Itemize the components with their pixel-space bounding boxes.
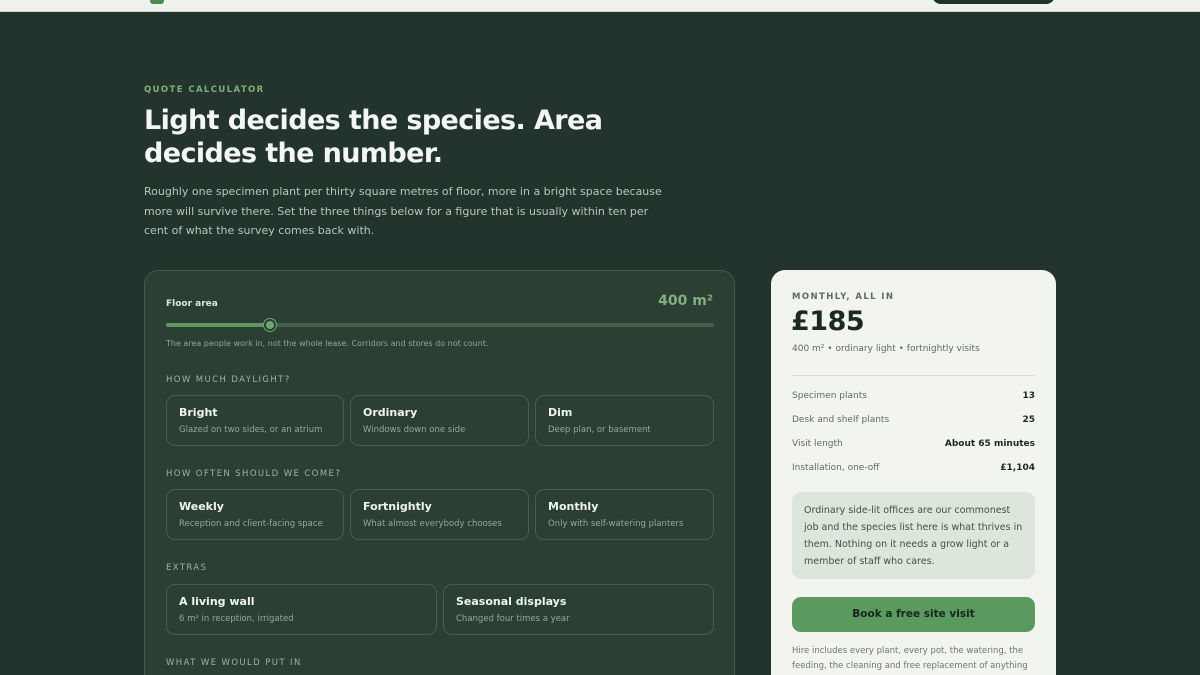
option-title: Fortnightly [363,500,432,513]
option-title: Weekly [179,500,224,513]
option-title: A living wall [179,595,255,608]
page-headline: Light decides the species. Area decides … [144,105,603,169]
slider-fill [166,323,271,327]
book-site-visit-button[interactable]: Book a free site visit [792,597,1035,632]
quote-calculator-panel: Floor area 400 m² The area people work i… [144,270,735,675]
extras-option-living-wall[interactable]: A living wall 6 m² in reception, irrigat… [166,584,437,635]
daylight-label: HOW MUCH DAYLIGHT? [166,375,291,385]
daylight-option-ordinary[interactable]: Ordinary Windows down one side [350,395,529,446]
top-navigation-bar [0,0,1200,12]
option-title: Monthly [548,500,599,513]
summary-eyebrow: MONTHLY, ALL IN [792,292,895,302]
option-description: Changed four times a year [456,614,570,624]
frequency-label: HOW OFTEN SHOULD WE COME? [166,469,342,479]
divider [792,375,1035,376]
nav-cta-button[interactable] [932,0,1055,4]
option-title: Bright [179,406,218,419]
row-label: Specimen plants [792,391,867,401]
daylight-option-bright[interactable]: Bright Glazed on two sides, or an atrium [166,395,344,446]
row-label: Installation, one-off [792,463,880,473]
option-description: Only with self-watering planters [548,519,684,529]
frequency-option-monthly[interactable]: Monthly Only with self-watering planters [535,489,714,540]
option-description: Windows down one side [363,425,466,435]
monthly-price: £185 [791,306,865,337]
row-value: About 65 minutes [944,439,1035,449]
option-description: What almost everybody chooses [363,519,502,529]
what-we-put-in-label: WHAT WE WOULD PUT IN [166,658,302,668]
summary-note: Ordinary side-lit offices are our common… [792,492,1035,579]
logo-icon[interactable] [150,0,164,4]
summary-row: Desk and shelf plants 25 [792,415,1035,429]
frequency-option-fortnightly[interactable]: Fortnightly What almost everybody choose… [350,489,529,540]
quote-summary-card: MONTHLY, ALL IN £185 400 m² • ordinary l… [771,270,1056,675]
option-description: Reception and client-facing space [179,519,323,529]
floor-area-value: 400 m² [658,293,713,309]
floor-area-label: Floor area [166,299,218,309]
frequency-option-weekly[interactable]: Weekly Reception and client-facing space [166,489,344,540]
extras-option-seasonal-displays[interactable]: Seasonal displays Changed four times a y… [443,584,714,635]
floor-area-hint: The area people work in, not the whole l… [166,339,489,348]
summary-fine-print: Hire includes every plant, every pot, th… [792,646,1028,671]
option-description: Deep plan, or basement [548,425,651,435]
extras-label: EXTRAS [166,563,208,573]
summary-row: Specimen plants 13 [792,391,1035,405]
row-label: Desk and shelf plants [792,415,890,425]
daylight-option-dim[interactable]: Dim Deep plan, or basement [535,395,714,446]
option-title: Seasonal displays [456,595,567,608]
option-description: 6 m² in reception, irrigated [179,614,294,624]
floor-area-slider[interactable] [166,319,714,331]
summary-meta: 400 m² • ordinary light • fortnightly vi… [792,344,980,354]
option-description: Glazed on two sides, or an atrium [179,425,323,435]
row-label: Visit length [792,439,843,449]
row-value: £1,104 [1000,463,1035,473]
summary-row: Installation, one-off £1,104 [792,463,1035,477]
slider-thumb[interactable] [264,319,277,331]
intro-paragraph: Roughly one specimen plant per thirty sq… [144,185,662,237]
option-title: Ordinary [363,406,418,419]
section-eyebrow: QUOTE CALCULATOR [144,85,265,95]
row-value: 25 [1022,415,1035,425]
row-value: 13 [1022,391,1035,401]
option-title: Dim [548,406,573,419]
summary-row: Visit length About 65 minutes [792,439,1035,453]
